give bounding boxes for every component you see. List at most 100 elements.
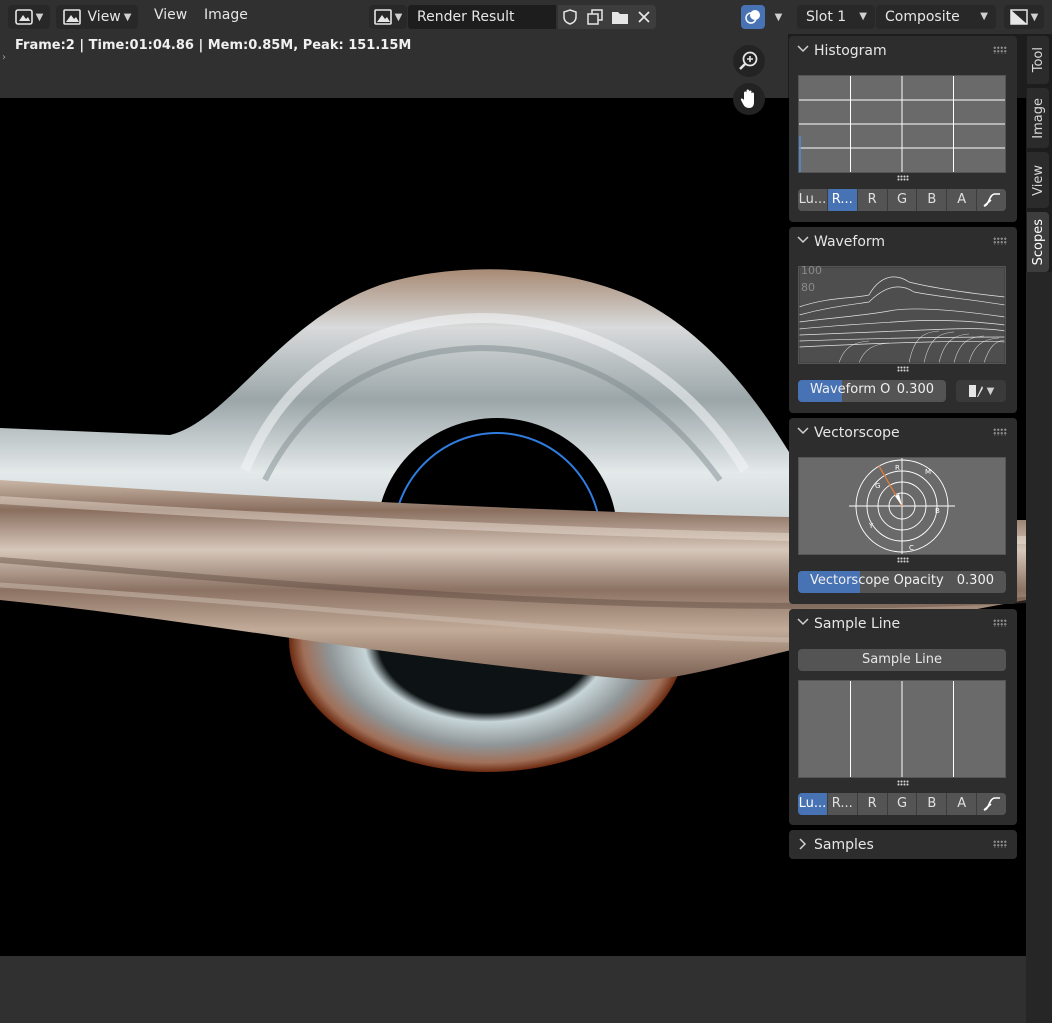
vectorscope-opacity-label: Vectorscope Opacity: [810, 573, 944, 588]
image-editor-icon: [14, 9, 33, 25]
chevron-down-icon: ▼: [1030, 11, 1039, 23]
resize-grip-icon[interactable]: [897, 366, 909, 372]
chevron-down-icon: ▼: [35, 11, 44, 23]
view-mode-dropdown[interactable]: View ▼: [56, 5, 138, 29]
waveform-graph[interactable]: 100 80: [798, 264, 1006, 364]
hand-icon: [740, 89, 754, 108]
histogram-channel-selector: Lu... R... R G B A: [798, 189, 1006, 211]
editor-type-button[interactable]: ▼: [8, 5, 50, 29]
waveform-opacity-value: 0.300: [896, 382, 934, 397]
drag-grip-icon[interactable]: [993, 840, 1007, 848]
drag-grip-icon[interactable]: [993, 619, 1007, 627]
drag-grip-icon[interactable]: [993, 237, 1007, 245]
channel-red[interactable]: R: [857, 189, 888, 211]
svg-text:G: G: [875, 482, 880, 490]
drag-grip-icon[interactable]: [993, 46, 1007, 54]
chevron-down-icon: ▼: [859, 11, 867, 22]
svg-text:M: M: [925, 468, 931, 476]
tab-image-label: Image: [1030, 97, 1046, 139]
menu-view[interactable]: View: [154, 7, 187, 23]
sidebar-gutter: [1026, 272, 1052, 1023]
menu-image[interactable]: Image: [204, 7, 248, 23]
overlay-dropdown[interactable]: ▼: [765, 5, 789, 29]
vectorscope-title[interactable]: Vectorscope: [814, 425, 900, 441]
channel-rgb[interactable]: R...: [827, 189, 858, 211]
tab-scopes-label: Scopes: [1030, 218, 1046, 266]
resize-grip-icon[interactable]: [897, 780, 909, 786]
curve-icon: [983, 797, 1000, 811]
slot-dropdown[interactable]: Slot 1 ▼: [797, 5, 875, 29]
view-mode-label: View: [87, 9, 121, 25]
image-name-field[interactable]: Render Result: [408, 5, 556, 29]
new-image-button[interactable]: [582, 5, 607, 29]
overlay-toggle[interactable]: [741, 5, 765, 29]
svg-text:B: B: [935, 507, 940, 515]
samples-panel[interactable]: Samples: [789, 830, 1017, 859]
waveform-mode-dropdown[interactable]: ▼: [956, 380, 1006, 402]
vectorscope-graph[interactable]: G B C Y M R: [798, 457, 1006, 555]
display-channels-icon: [1009, 9, 1028, 25]
channel-alpha[interactable]: A: [947, 793, 978, 815]
chevron-down-icon[interactable]: [797, 44, 809, 54]
sample-line-button[interactable]: Sample Line: [798, 649, 1006, 671]
channel-red[interactable]: R: [857, 793, 888, 815]
channel-luma[interactable]: Lu...: [798, 793, 828, 815]
waveform-title[interactable]: Waveform: [814, 234, 885, 250]
color-mode-icon: [968, 385, 983, 397]
channel-green[interactable]: G: [887, 793, 918, 815]
sample-line-channel-selector: Lu... R... R G B A: [798, 793, 1006, 815]
samples-title[interactable]: Samples: [814, 837, 874, 853]
tab-tool[interactable]: Tool: [1027, 36, 1049, 84]
chevron-down-icon: ▼: [986, 385, 995, 397]
browse-image-button[interactable]: ▼: [369, 5, 407, 29]
waveform-opacity-label: Waveform O: [810, 382, 891, 397]
chevron-down-icon[interactable]: [797, 235, 809, 245]
render-stats: Frame:2 | Time:01:04.86 | Mem:0.85M, Pea…: [15, 38, 412, 53]
chevron-down-icon: ▼: [394, 11, 403, 23]
histogram-graph[interactable]: [798, 75, 1006, 173]
tab-image[interactable]: Image: [1027, 88, 1049, 148]
waveform-trace: [798, 266, 1006, 364]
waveform-opacity-slider[interactable]: Waveform O 0.300: [798, 380, 946, 402]
vectorscope-opacity-slider[interactable]: Vectorscope Opacity 0.300: [798, 571, 1006, 593]
open-image-button[interactable]: [607, 5, 632, 29]
waveform-panel: Waveform 100 80 Waveform O 0.300 ▼: [789, 227, 1017, 413]
pan-button[interactable]: [733, 83, 765, 115]
chevron-down-icon[interactable]: [797, 426, 809, 436]
channel-luma[interactable]: Lu...: [798, 189, 828, 211]
tab-scopes[interactable]: Scopes: [1027, 212, 1049, 272]
histogram-title[interactable]: Histogram: [814, 43, 887, 59]
channel-rgb[interactable]: R...: [827, 793, 858, 815]
render-pass-dropdown[interactable]: Composite ▼: [876, 5, 996, 29]
svg-text:Y: Y: [868, 522, 874, 530]
channel-green[interactable]: G: [887, 189, 918, 211]
sample-line-graph[interactable]: [798, 680, 1006, 778]
shield-icon: [563, 9, 577, 25]
fake-user-button[interactable]: [558, 5, 582, 29]
zoom-button[interactable]: [733, 45, 765, 77]
waveform-scale-100: 100: [801, 264, 822, 277]
resize-grip-icon[interactable]: [897, 557, 909, 563]
unlink-image-button[interactable]: [632, 5, 656, 29]
log-scale-toggle[interactable]: [977, 793, 1006, 815]
chevron-right-icon[interactable]: [797, 838, 809, 850]
waveform-scale-80: 80: [801, 281, 815, 294]
vectorscope-opacity-value: 0.300: [956, 573, 994, 588]
close-icon: [638, 11, 650, 23]
curve-icon: [983, 193, 1000, 207]
channel-blue[interactable]: B: [917, 793, 948, 815]
display-channels-dropdown[interactable]: ▼: [1004, 5, 1044, 29]
log-scale-toggle[interactable]: [977, 189, 1006, 211]
sample-line-title[interactable]: Sample Line: [814, 616, 900, 632]
svg-text:C: C: [909, 544, 914, 552]
tab-view[interactable]: View: [1027, 152, 1049, 208]
channel-alpha[interactable]: A: [947, 189, 978, 211]
chevron-down-icon[interactable]: [797, 617, 809, 627]
resize-grip-icon[interactable]: [897, 175, 909, 181]
slot-label: Slot 1: [806, 9, 847, 25]
sample-line-grid: [850, 681, 954, 777]
toolbar-expand-arrow[interactable]: ›: [2, 52, 6, 63]
vectorscope-display: G B C Y M R: [849, 458, 955, 554]
channel-blue[interactable]: B: [917, 189, 948, 211]
drag-grip-icon[interactable]: [993, 428, 1007, 436]
